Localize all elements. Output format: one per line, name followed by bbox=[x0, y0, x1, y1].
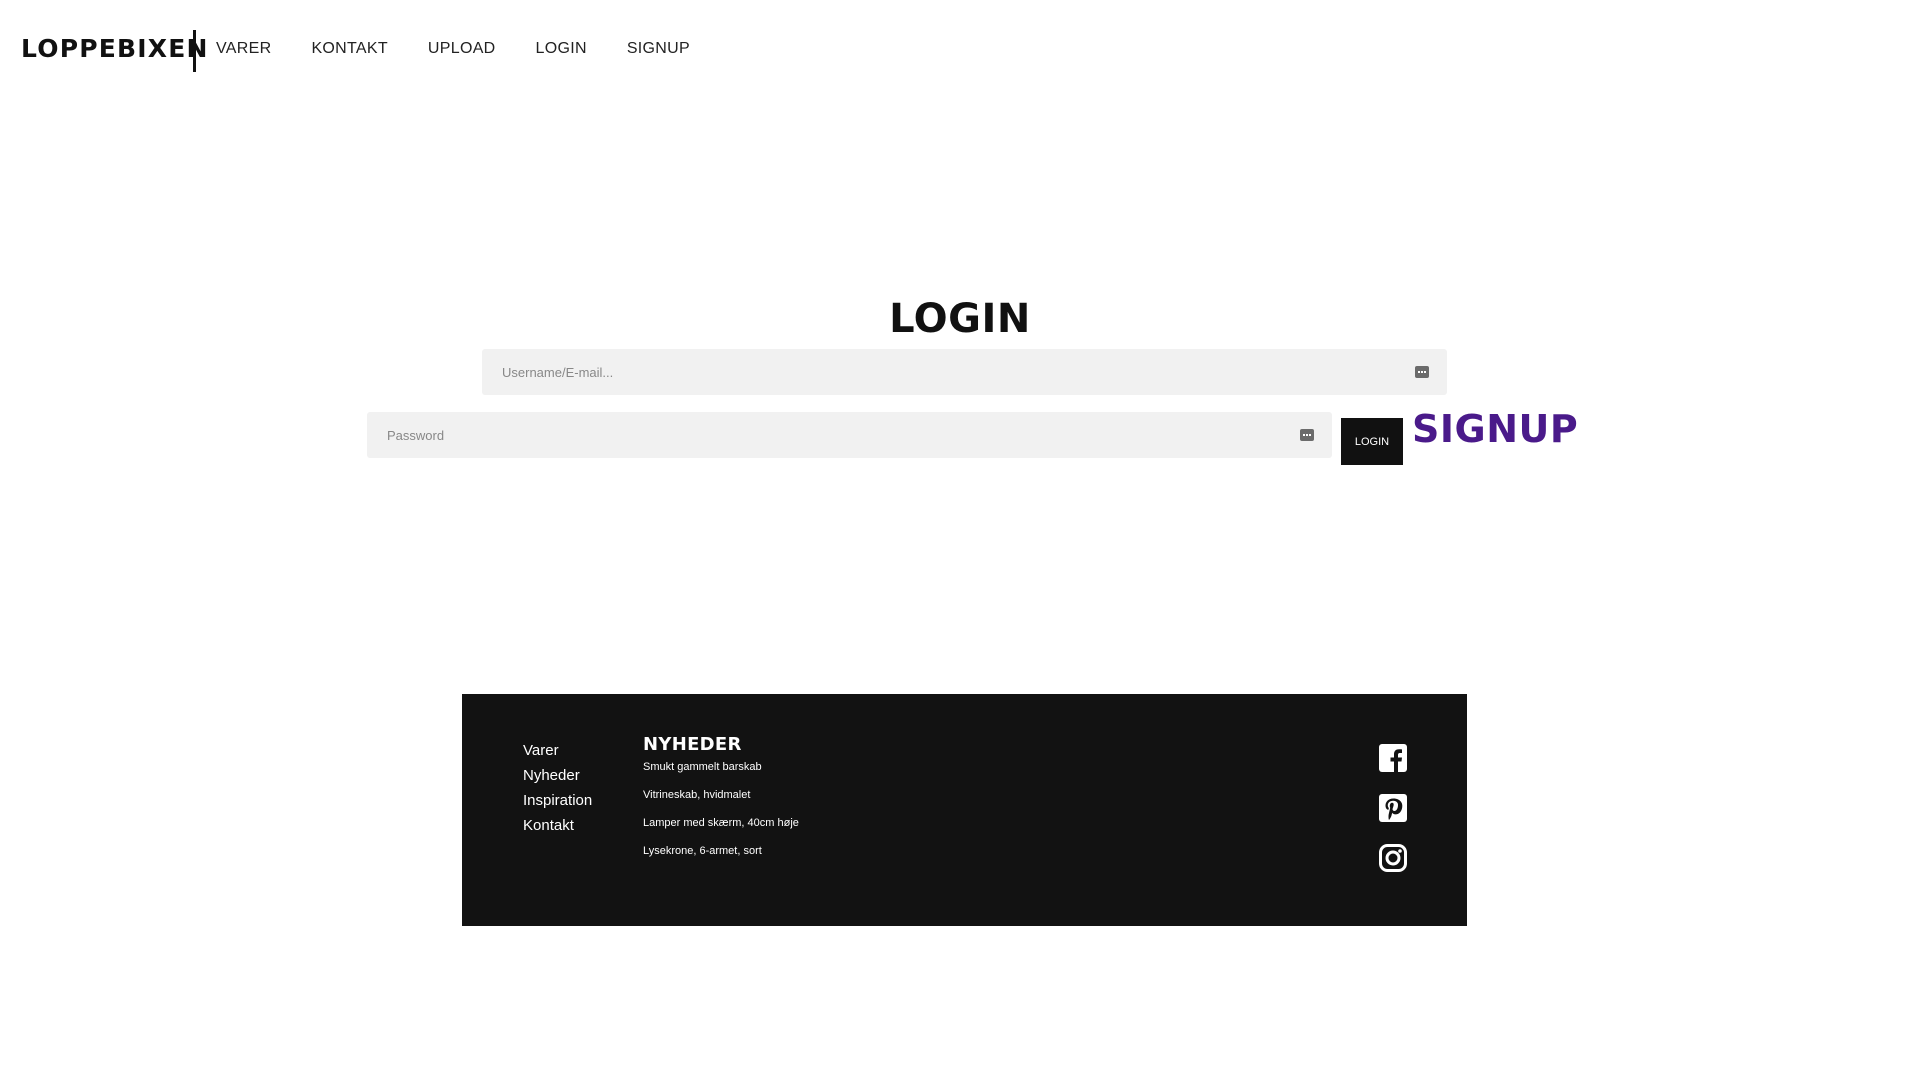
password-manager-icon[interactable] bbox=[1415, 366, 1429, 378]
news-item[interactable]: Lysekrone, 6-armet, sort bbox=[643, 845, 799, 857]
logo-divider bbox=[193, 30, 196, 72]
login-button[interactable]: LOGIN bbox=[1341, 418, 1403, 465]
footer-nav: Varer Nyheder Inspiration Kontakt bbox=[523, 738, 592, 838]
news-title: NYHEDER bbox=[643, 734, 742, 755]
footer: Varer Nyheder Inspiration Kontakt NYHEDE… bbox=[462, 694, 1467, 926]
news-section: NYHEDER Smukt gammelt barskab Vitrineska… bbox=[643, 734, 799, 873]
pinterest-icon[interactable] bbox=[1379, 794, 1407, 822]
facebook-icon[interactable] bbox=[1379, 744, 1407, 772]
footer-link-kontakt[interactable]: Kontakt bbox=[523, 813, 592, 838]
password-input[interactable] bbox=[367, 412, 1300, 458]
news-item[interactable]: Vitrineskab, hvidmalet bbox=[643, 789, 799, 801]
site-logo[interactable]: LOPPEBIXEN bbox=[21, 34, 209, 63]
footer-link-varer[interactable]: Varer bbox=[523, 738, 592, 763]
social-links bbox=[1379, 744, 1407, 894]
footer-link-inspiration[interactable]: Inspiration bbox=[523, 788, 592, 813]
news-item[interactable]: Lamper med skærm, 40cm høje bbox=[643, 817, 799, 829]
header: LOPPEBIXEN VARER KONTAKT UPLOAD LOGIN SI… bbox=[0, 0, 1920, 100]
nav-signup[interactable]: SIGNUP bbox=[627, 40, 690, 58]
password-manager-icon[interactable] bbox=[1300, 429, 1314, 441]
signup-link[interactable]: SIGNUP bbox=[1412, 407, 1578, 451]
nav-kontakt[interactable]: KONTAKT bbox=[311, 40, 387, 58]
nav-login[interactable]: LOGIN bbox=[536, 40, 587, 58]
nav-upload[interactable]: UPLOAD bbox=[428, 40, 496, 58]
instagram-icon[interactable] bbox=[1379, 844, 1407, 872]
password-field-wrapper bbox=[367, 412, 1332, 458]
footer-link-nyheder[interactable]: Nyheder bbox=[523, 763, 592, 788]
main-nav: VARER KONTAKT UPLOAD LOGIN SIGNUP bbox=[216, 40, 730, 58]
news-item[interactable]: Smukt gammelt barskab bbox=[643, 761, 799, 773]
username-field-wrapper bbox=[482, 349, 1447, 395]
page-title: LOGIN bbox=[889, 296, 1031, 342]
nav-varer[interactable]: VARER bbox=[216, 40, 271, 58]
username-input[interactable] bbox=[482, 349, 1415, 395]
